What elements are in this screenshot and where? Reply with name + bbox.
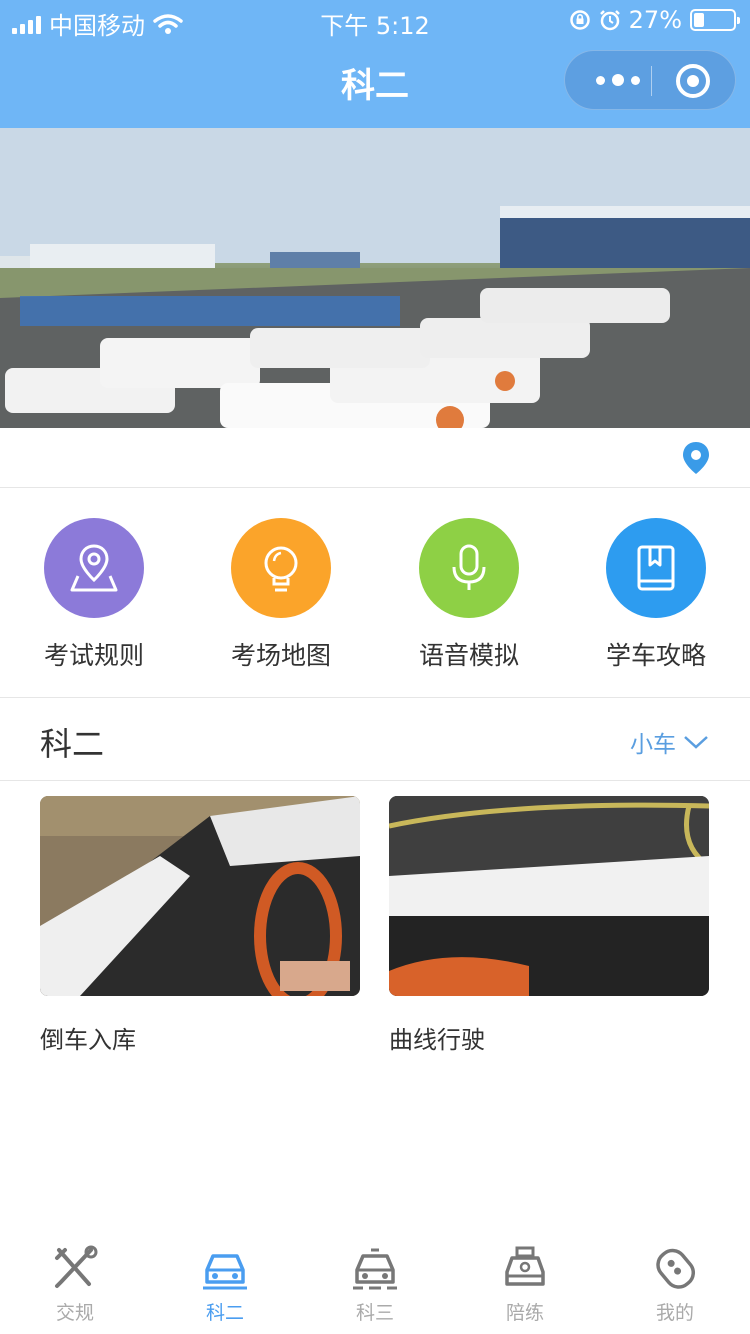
microphone-icon	[419, 518, 519, 618]
map-pin-icon	[44, 518, 144, 618]
banner-image[interactable]	[0, 128, 750, 428]
driving-photo	[40, 796, 360, 996]
tab-bar: 交规 科二 科三 陪练 我的	[0, 1236, 750, 1334]
lightbulb-icon	[231, 518, 331, 618]
chevron-down-icon	[684, 736, 708, 749]
tab-label: 陪练	[505, 1302, 544, 1324]
feature-voice-simulation[interactable]: 语音模拟	[375, 518, 563, 672]
close-miniprogram-button[interactable]	[676, 64, 710, 98]
location-pin-icon[interactable]	[680, 440, 712, 476]
card-thumbnail	[40, 796, 360, 996]
tab-label: 交规	[55, 1302, 94, 1324]
tab-mine[interactable]: 我的	[600, 1244, 750, 1325]
tab-label: 科三	[355, 1302, 394, 1324]
feature-label: 考场地图	[230, 641, 331, 670]
card-curve-driving[interactable]: 曲线行驶	[389, 796, 709, 1055]
battery-percent: 27%	[628, 6, 682, 34]
card-title: 曲线行驶	[389, 1026, 485, 1054]
vehicle-type-value: 小车	[630, 732, 676, 758]
tab-practice[interactable]: 陪练	[450, 1244, 600, 1325]
vehicle-type-select[interactable]: 小车	[630, 725, 710, 759]
tab-label: 科二	[205, 1302, 244, 1324]
car-road-icon	[353, 1248, 397, 1290]
section-header: 科二 小车	[0, 699, 750, 781]
taxi-icon	[505, 1246, 545, 1286]
feature-grid: 考试规则 考场地图 语音模拟 学车攻略	[0, 488, 750, 698]
tab-label: 我的	[655, 1302, 694, 1324]
rotation-lock-icon	[569, 10, 590, 30]
feature-exam-map[interactable]: 考场地图	[187, 518, 375, 672]
tab-subject-two[interactable]: 科二	[150, 1244, 300, 1325]
alarm-icon	[599, 10, 620, 31]
book-icon	[606, 518, 706, 618]
feature-learning-guide[interactable]: 学车攻略	[562, 518, 750, 672]
feature-exam-rules[interactable]: 考试规则	[0, 518, 188, 672]
section-title: 科二	[40, 725, 105, 763]
feature-label: 语音模拟	[418, 641, 519, 670]
tools-icon	[55, 1245, 98, 1288]
more-menu-button[interactable]	[585, 51, 651, 109]
status-bar: 中国移动 下午 5:12 27%	[0, 0, 750, 40]
car-key-icon	[656, 1248, 696, 1289]
tab-subject-three[interactable]: 科三	[300, 1244, 450, 1325]
tab-traffic-rules[interactable]: 交规	[0, 1244, 150, 1325]
driving-photo	[389, 796, 709, 996]
feature-label: 考试规则	[43, 641, 144, 670]
feature-label: 学车攻略	[605, 641, 706, 670]
battery-icon	[690, 9, 740, 31]
exam-field-photo	[0, 128, 750, 428]
location-row[interactable]	[0, 428, 750, 488]
card-thumbnail	[389, 796, 709, 996]
card-title: 倒车入库	[40, 1026, 136, 1054]
car-icon	[203, 1254, 247, 1290]
miniprogram-capsule	[564, 50, 736, 110]
top-bar: 中国移动 下午 5:12 27% 科二	[0, 0, 750, 128]
card-reverse-parking[interactable]: 倒车入库	[40, 796, 360, 1055]
